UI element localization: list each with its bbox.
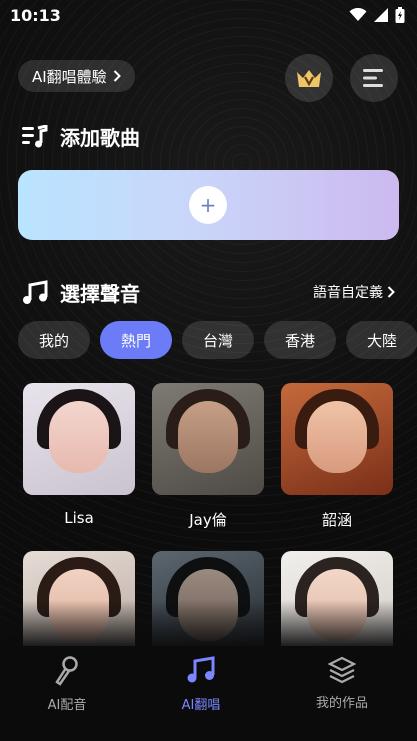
singer-name: 韶涵 xyxy=(321,511,352,529)
bottom-navigation: AI配音 AI翻唱 我的作品 xyxy=(0,646,417,741)
menu-button[interactable] xyxy=(350,54,398,102)
singer-card[interactable]: Lisa xyxy=(23,383,135,527)
add-song-card[interactable]: + xyxy=(18,170,399,240)
status-time: 10:13 xyxy=(10,5,61,25)
ai-cover-experience-button[interactable]: AI翻唱體驗 xyxy=(18,60,135,92)
signal-icon xyxy=(374,8,388,22)
tab-taiwan[interactable]: 台灣 xyxy=(182,321,254,359)
add-song-title: 添加歌曲 xyxy=(60,126,140,150)
chevron-right-icon xyxy=(113,70,121,82)
microphone-icon xyxy=(55,656,78,686)
select-voice-title: 選擇聲音 xyxy=(60,282,140,306)
voice-category-tabs: 我的 熱門 台灣 香港 大陸 xyxy=(18,321,417,359)
tab-mainland[interactable]: 大陸 xyxy=(346,321,417,359)
voice-custom-link[interactable]: 語音自定義 xyxy=(313,282,395,302)
singer-avatar xyxy=(281,383,393,495)
experience-label: AI翻唱體驗 xyxy=(32,67,107,86)
music-note-icon xyxy=(187,656,215,683)
top-bar: AI翻唱體驗 xyxy=(18,54,399,102)
nav-ai-cover[interactable]: AI翻唱 xyxy=(141,656,261,713)
nav-ai-cover-label: AI翻唱 xyxy=(181,698,221,713)
status-bar: 10:13 xyxy=(0,0,417,30)
nav-my-works-label: 我的作品 xyxy=(315,696,368,711)
singer-avatar xyxy=(23,383,135,495)
battery-icon xyxy=(395,7,405,23)
plus-icon: + xyxy=(199,193,217,217)
voice-custom-label: 語音自定義 xyxy=(313,285,383,301)
singer-name: Lisa xyxy=(64,509,94,527)
add-song-section-title: 添加歌曲 xyxy=(22,122,140,151)
nav-ai-dubbing[interactable]: AI配音 xyxy=(7,656,127,713)
menu-icon xyxy=(363,69,383,87)
vip-crown-button[interactable] xyxy=(285,54,333,102)
add-song-button[interactable]: + xyxy=(189,186,227,224)
wifi-icon xyxy=(349,8,367,21)
music-note-icon xyxy=(23,279,48,304)
select-voice-section-title: 選擇聲音 xyxy=(22,278,140,307)
status-icons xyxy=(349,7,405,23)
layers-icon xyxy=(328,656,356,684)
tab-hongkong[interactable]: 香港 xyxy=(264,321,336,359)
chevron-right-icon xyxy=(387,286,395,298)
grid-fade-overlay xyxy=(0,600,417,648)
crown-icon xyxy=(297,70,321,87)
playlist-add-icon xyxy=(22,124,48,147)
singer-card[interactable]: 韶涵 xyxy=(281,383,393,530)
nav-ai-dubbing-label: AI配音 xyxy=(47,698,87,713)
singer-name: Jay倫 xyxy=(189,511,227,529)
tab-popular[interactable]: 熱門 xyxy=(100,321,172,359)
singer-card[interactable]: Jay倫 xyxy=(152,383,264,530)
nav-my-works[interactable]: 我的作品 xyxy=(282,656,402,711)
tab-mine[interactable]: 我的 xyxy=(18,321,90,359)
singer-avatar xyxy=(152,383,264,495)
